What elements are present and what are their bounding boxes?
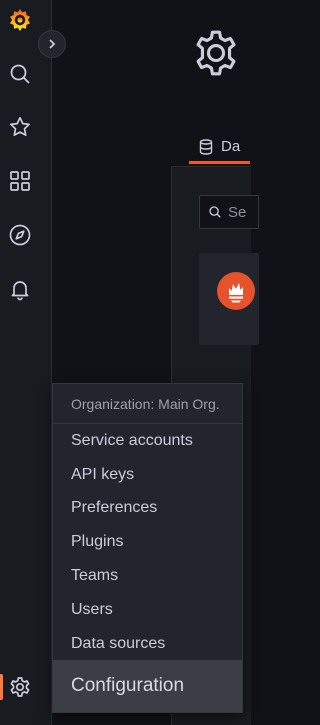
menu-item-plugins[interactable]: Plugins xyxy=(53,525,242,559)
search-input[interactable]: Se xyxy=(199,195,259,229)
search-placeholder: Se xyxy=(228,203,247,221)
apps-icon[interactable] xyxy=(0,161,40,201)
data-source-card[interactable] xyxy=(199,253,259,345)
tab-label: Da xyxy=(221,138,241,155)
menu-org-label: Organization: Main Org. xyxy=(53,384,242,424)
menu-item-data-sources[interactable]: Data sources xyxy=(53,627,242,661)
search-icon xyxy=(209,206,221,218)
prometheus-logo-icon xyxy=(216,271,256,316)
menu-title-configuration[interactable]: Configuration xyxy=(53,660,242,712)
search-icon[interactable] xyxy=(0,54,40,94)
menu-item-teams[interactable]: Teams xyxy=(53,559,242,593)
compass-icon[interactable] xyxy=(0,215,40,255)
configuration-menu: Organization: Main Org. Service accounts… xyxy=(52,383,243,713)
database-icon xyxy=(199,138,213,155)
grafana-logo-icon[interactable] xyxy=(0,0,40,40)
menu-item-users[interactable]: Users xyxy=(53,593,242,627)
bell-icon[interactable] xyxy=(0,269,40,309)
menu-item-service-accounts[interactable]: Service accounts xyxy=(53,424,242,458)
expand-sidebar-button[interactable] xyxy=(38,30,66,58)
tab-data-sources[interactable]: Da xyxy=(189,132,251,164)
gear-icon[interactable] xyxy=(0,667,40,707)
sidebar xyxy=(0,0,52,725)
menu-item-api-keys[interactable]: API keys xyxy=(53,458,242,492)
menu-item-preferences[interactable]: Preferences xyxy=(53,492,242,526)
page-header-gear-icon xyxy=(191,28,241,83)
star-icon[interactable] xyxy=(0,107,40,147)
chevron-right-icon xyxy=(49,39,56,49)
